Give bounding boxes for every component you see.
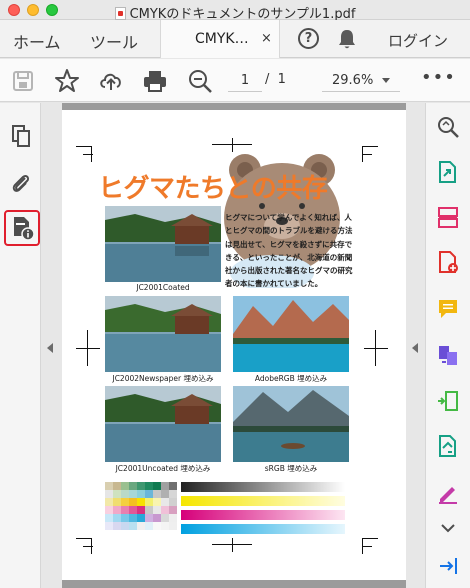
compress-pdf-icon[interactable] (436, 389, 460, 413)
caption-adobergb: AdobeRGB 埋め込み (254, 374, 328, 383)
zoom-select[interactable]: 29.6% (322, 70, 400, 92)
attachment-icon[interactable] (9, 171, 33, 195)
crop-mark (83, 546, 93, 547)
collapse-panel-icon[interactable] (436, 554, 460, 578)
right-tools-rail (425, 103, 470, 588)
title-bar: CMYKのドキュメントのサンプル1.pdf (0, 0, 470, 22)
edit-pdf-icon[interactable] (436, 434, 460, 458)
zoom-out-icon[interactable] (187, 68, 213, 94)
bookmark-star-icon[interactable] (54, 68, 80, 94)
document-properties-button[interactable] (4, 210, 40, 246)
crop-mark (76, 146, 92, 147)
save-icon[interactable] (10, 68, 36, 94)
pages-icon[interactable] (9, 124, 33, 148)
pdf-body-text: ヒグマについて学んでよく知れば、人とヒグマの間のトラブルを避ける方法は見出せて、… (225, 213, 353, 289)
caption-jc2001coated: JC2001Coated (136, 283, 190, 292)
crop-mark (362, 546, 372, 547)
tab-document-label: CMYK… (195, 31, 249, 47)
notification-bell-icon[interactable] (336, 27, 358, 51)
export-pdf-icon[interactable] (436, 160, 460, 184)
pdf-file-icon (114, 7, 126, 20)
tab-document[interactable]: CMYK… × (160, 20, 280, 58)
tab-tools[interactable]: ツール (90, 29, 138, 53)
create-pdf-icon[interactable] (436, 250, 460, 274)
center-mark (375, 330, 376, 366)
page-shadow-top (62, 103, 406, 110)
collapse-right-panel-arrow[interactable] (412, 343, 418, 353)
center-mark (76, 348, 100, 349)
left-navigation-rail (0, 103, 41, 588)
chevron-down-icon[interactable] (436, 516, 460, 540)
crop-mark (76, 538, 92, 539)
organize-pages-icon[interactable] (436, 205, 460, 229)
page-separator: / (265, 72, 270, 87)
help-button[interactable]: ? (298, 28, 319, 49)
close-tab-button[interactable]: × (261, 31, 272, 46)
collapse-left-panel-arrow[interactable] (47, 343, 53, 353)
page-total: 1 (277, 72, 286, 87)
caption-srgb: sRGB 埋め込み (264, 464, 318, 473)
zoom-value: 29.6% (332, 73, 374, 88)
zoom-icon[interactable] (436, 115, 460, 139)
center-mark (87, 330, 88, 366)
caption-jc2001uncoated: JC2001Uncoated 埋め込み (115, 464, 211, 473)
combine-files-icon[interactable] (436, 343, 460, 367)
pdf-page: ヒグマたちとの共存 ヒグマについて学んでよく知れば、人とヒグマの間のトラブルを避… (62, 110, 406, 580)
login-link[interactable]: ログイン (388, 30, 448, 51)
comment-icon[interactable] (436, 297, 460, 321)
page-shadow-bottom (62, 580, 406, 588)
lake-boathouse-photo (105, 206, 221, 282)
tab-home[interactable]: ホーム (13, 29, 61, 53)
caption-jc2002newspaper: JC2002Newspaper 埋め込み (112, 374, 214, 383)
print-icon[interactable] (142, 68, 168, 94)
color-test-bars (105, 482, 345, 534)
alpine-lake-boats-photo (233, 386, 349, 462)
lake-boathouse-photo (105, 296, 221, 372)
page-number-input[interactable]: 1 (228, 70, 262, 92)
chevron-down-icon (382, 78, 390, 83)
toolbar: 1 / 1 29.6% ••• (0, 59, 470, 102)
crop-mark (362, 146, 378, 147)
pdf-headline: ヒグマたちとの共存 (98, 174, 328, 204)
lake-boathouse-photo (105, 386, 221, 462)
upload-cloud-icon[interactable] (98, 68, 124, 94)
mountain-lake-photo (233, 296, 349, 372)
tab-bar: ホーム ツール CMYK… × ? ログイン (0, 20, 470, 58)
page-count: / 1 (265, 72, 286, 87)
crop-mark (362, 538, 378, 539)
acrobat-window: CMYKのドキュメントのサンプル1.pdf ホーム ツール CMYK… × ? … (0, 0, 470, 588)
fill-sign-icon[interactable] (436, 481, 460, 505)
crop-mark (362, 154, 372, 155)
center-mark (364, 348, 388, 349)
center-mark (232, 538, 233, 552)
document-properties-icon (14, 217, 35, 241)
crop-mark (83, 154, 93, 155)
more-options-button[interactable]: ••• (421, 69, 456, 87)
